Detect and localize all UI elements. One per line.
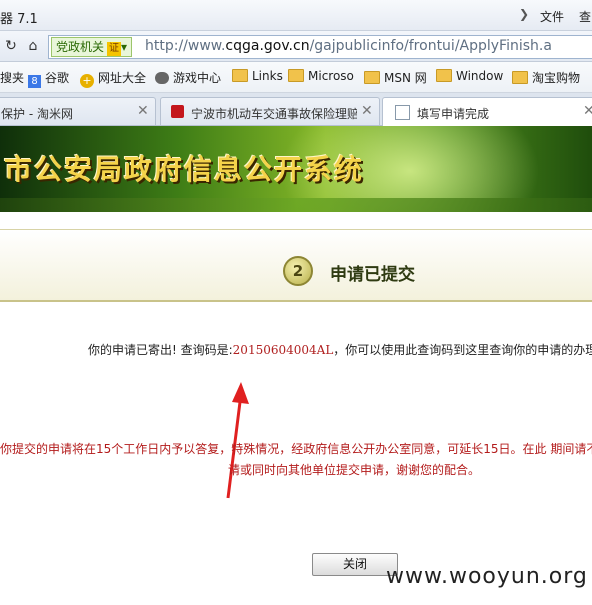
bookmark-label: 网址大全 xyxy=(98,71,147,85)
address-toolbar: ↻ ⌂ 党政机关证 ▾ http://www.cqga.gov.cn/gajpub… xyxy=(0,31,592,62)
watermark-text: www.wooyun.org xyxy=(386,564,588,589)
close-icon[interactable]: ✕ xyxy=(583,103,592,119)
page-icon xyxy=(395,105,410,120)
bookmark-item[interactable]: Window xyxy=(436,69,503,83)
bookmark-item[interactable]: Microso xyxy=(288,69,354,83)
home-icon[interactable]: ⌂ xyxy=(24,37,42,55)
bookmark-label: MSN 网 xyxy=(384,71,427,85)
banner-title: 市公安局政府信息公开系统 xyxy=(4,153,365,186)
menu-file[interactable]: 文件 xyxy=(540,8,564,25)
url-path: /gajpublicinfo/frontui/ApplyFinish.a xyxy=(309,38,552,54)
site-banner: 市公安局政府信息公开系统 xyxy=(0,126,592,212)
back-arrow-icon[interactable]: ↻ xyxy=(2,37,20,55)
url-field[interactable]: 党政机关证 ▾ http://www.cqga.gov.cn/gajpublici… xyxy=(48,35,592,59)
bookmark-label: Links xyxy=(252,69,283,83)
bookmark-item[interactable]: MSN 网 xyxy=(364,69,427,86)
bookmark-label: 搜夹 xyxy=(0,71,25,85)
bookmark-label: Microso xyxy=(308,69,354,83)
message-before: 你的申请已寄出! 查询码是: xyxy=(88,343,233,357)
notice-line-2: 请或同时向其他单位提交申请，谢谢您的配合。 xyxy=(228,463,481,477)
submission-message: 你的申请已寄出! 查询码是:20150604004AL，你可以使用此查询码到这里… xyxy=(88,341,592,358)
folder-icon xyxy=(512,71,528,84)
cert-badge-icon: 证 xyxy=(107,42,122,56)
tab-taomi[interactable]: 保护 - 淘米网 ✕ xyxy=(0,97,156,125)
google-icon: 8 xyxy=(28,75,41,88)
folder-icon xyxy=(436,69,452,82)
folder-icon xyxy=(364,71,380,84)
step-number-badge: 2 xyxy=(283,256,313,286)
notice-line-1: 你提交的申请将在15个工作日内予以答复，特殊情况，经政府信息公开办公室同意，可延… xyxy=(0,442,592,456)
url-domain: cqga.gov.cn xyxy=(225,38,310,54)
folder-icon xyxy=(232,69,248,82)
tab-label: 填写申请完成 xyxy=(417,107,490,121)
bookmark-item[interactable]: 淘宝购物 xyxy=(512,69,580,86)
window-title: 器 7.1 xyxy=(0,12,38,27)
tab-apply-finish[interactable]: 填写申请完成 ✕ xyxy=(382,97,592,126)
bookmark-item[interactable]: 8 谷歌 xyxy=(28,69,69,88)
bookmarks-bar: 搜夹 8 谷歌 + 网址大全 游戏中心 Links Microso MSN 网 Wi… xyxy=(0,62,592,93)
step-header: 2 申请已提交 xyxy=(0,229,592,302)
folder-icon xyxy=(288,69,304,82)
bookmark-label: 游戏中心 xyxy=(173,71,222,85)
url-text[interactable]: http://www.cqga.gov.cn/gajpublicinfo/fro… xyxy=(145,38,552,54)
gov-site-label: 党政机关 xyxy=(56,40,105,54)
chevron-right-icon[interactable]: ❯ xyxy=(519,7,529,21)
close-icon[interactable]: ✕ xyxy=(137,103,149,119)
banner-stripe xyxy=(0,198,592,212)
query-code: 20150604004AL xyxy=(232,343,334,357)
site-favicon-icon xyxy=(171,105,184,118)
message-after: ，你可以使用此查询码到这里查询你的申请的办理 xyxy=(333,343,592,357)
bookmark-item[interactable]: 搜夹 xyxy=(0,69,24,86)
bookmark-label: 谷歌 xyxy=(45,71,70,85)
tab-ningbo[interactable]: 宁波市机动车交通事故保险理赔 ✕ xyxy=(160,97,380,125)
tab-strip: 保护 - 淘米网 ✕ 宁波市机动车交通事故保险理赔 ✕ 填写申请完成 ✕ xyxy=(0,93,592,126)
plus-icon: + xyxy=(80,74,94,88)
window-titlebar: 器 7.1 ❯ 文件 查 xyxy=(0,0,592,31)
url-prefix: http://www. xyxy=(145,38,226,54)
gamepad-icon xyxy=(155,72,169,84)
bookmark-item[interactable]: Links xyxy=(232,69,283,83)
menu-view[interactable]: 查 xyxy=(579,8,591,25)
bookmark-label: Window xyxy=(456,69,504,83)
tab-label: 保护 - 淘米网 xyxy=(1,107,73,121)
gov-site-tag[interactable]: 党政机关证 ▾ xyxy=(51,37,133,57)
close-icon[interactable]: ✕ xyxy=(361,103,373,119)
bookmark-item[interactable]: 游戏中心 xyxy=(155,69,221,86)
bookmark-label: 淘宝购物 xyxy=(532,71,581,85)
tab-label: 宁波市机动车交通事故保险理赔 xyxy=(191,107,357,121)
bookmark-item[interactable]: + 网址大全 xyxy=(80,69,146,88)
step-title: 申请已提交 xyxy=(330,265,415,285)
